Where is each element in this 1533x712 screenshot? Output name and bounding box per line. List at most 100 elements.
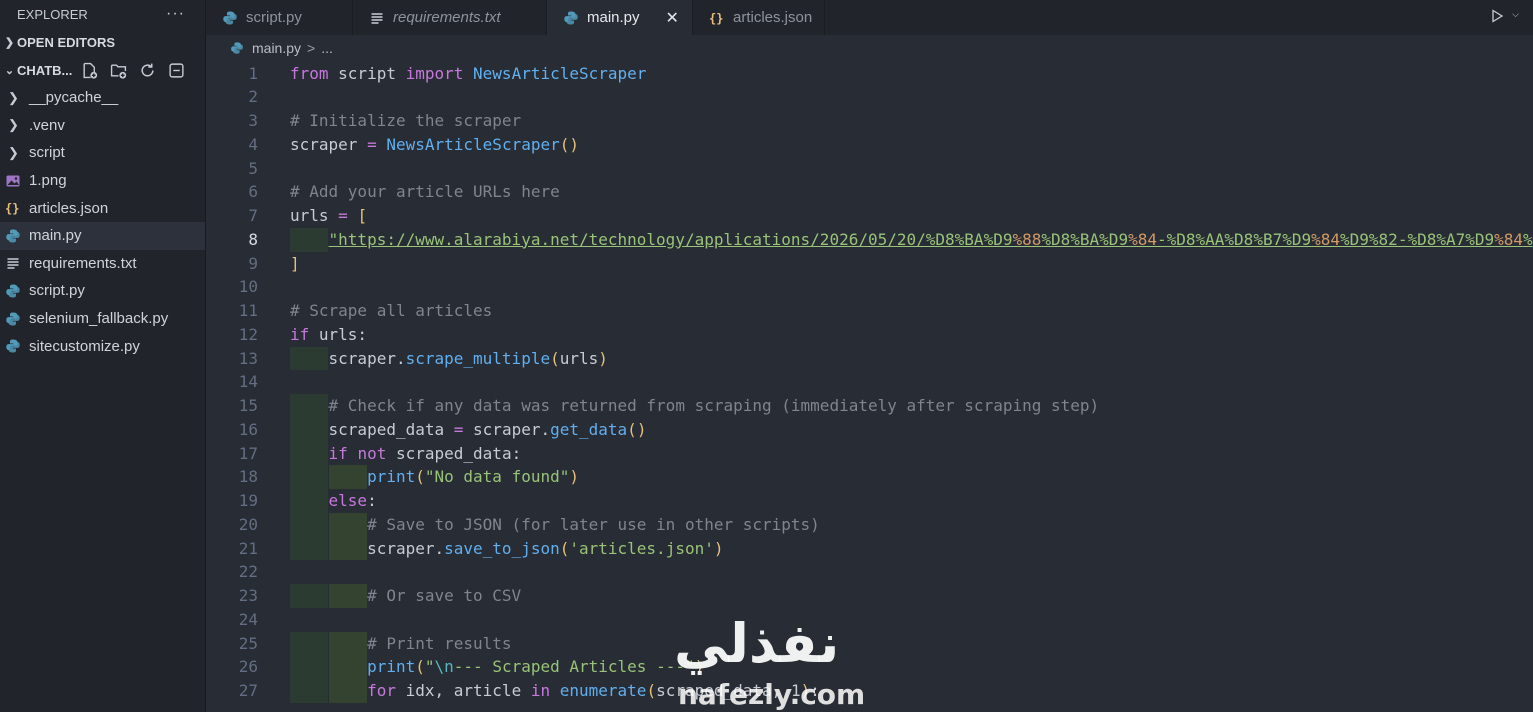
tree-item-venv[interactable]: ❯ .venv xyxy=(0,112,205,140)
code-line[interactable]: 13 scraper.scrape_multiple(urls) xyxy=(206,346,1533,371)
python-icon xyxy=(5,226,25,246)
code-text: # Add your article URLs here xyxy=(290,182,560,202)
chevron-right-icon: ❯ xyxy=(4,36,15,49)
code-line[interactable]: 3 # Initialize the scraper xyxy=(206,109,1533,133)
tab-script-py[interactable]: script.py xyxy=(206,0,353,35)
explorer-header: EXPLORER ··· xyxy=(0,0,205,28)
code-line[interactable]: 4 scraper = NewsArticleScraper() xyxy=(206,133,1533,157)
tab-requirements[interactable]: requirements.txt xyxy=(353,0,547,35)
tab-main-py[interactable]: main.py ✕ xyxy=(547,0,693,35)
code-text: # Check if any data was returned from sc… xyxy=(328,396,1100,415)
breadcrumb: main.py > ... xyxy=(206,35,1533,61)
tree-item-sitecustomize[interactable]: sitecustomize.py xyxy=(0,332,205,360)
python-icon xyxy=(230,41,244,55)
code-text: for idx, article in enumerate(scraped_da… xyxy=(367,681,820,700)
code-text: ] xyxy=(290,253,300,273)
code-text: from script import NewsArticleScraper xyxy=(290,63,647,83)
lines-icon xyxy=(369,10,385,26)
line-number: 11 xyxy=(238,301,258,320)
code-text: # Or save to CSV xyxy=(367,586,522,605)
tree-item-script-py[interactable]: script.py xyxy=(0,277,205,305)
code-line[interactable]: 22 xyxy=(206,560,1533,584)
code-line[interactable]: 5 xyxy=(206,157,1533,181)
code-line[interactable]: 26 print("\n--- Scraped Articles ---") xyxy=(206,655,1533,679)
code-line[interactable]: 17 if not scraped_data: xyxy=(206,441,1533,466)
tree-item-1-png[interactable]: 1.png xyxy=(0,167,205,195)
tree-item-articles-json[interactable]: {} articles.json xyxy=(0,194,205,222)
code-line[interactable]: 11 # Scrape all articles xyxy=(206,299,1533,323)
close-icon[interactable]: ✕ xyxy=(666,8,679,28)
python-icon xyxy=(5,281,25,301)
line-number: 19 xyxy=(238,491,258,510)
code-line[interactable]: 8 "https://www.alarabiya.net/technology/… xyxy=(206,227,1533,252)
chevron-right-icon: ❯ xyxy=(8,89,19,105)
line-number: 10 xyxy=(238,277,258,297)
tree-item-requirements[interactable]: requirements.txt xyxy=(0,250,205,278)
new-folder-icon[interactable] xyxy=(109,61,128,80)
code-text: else: xyxy=(328,491,377,510)
line-number: 16 xyxy=(238,419,258,439)
code-editor[interactable]: 1 from script import NewsArticleScraper 2 3… xyxy=(206,61,1533,712)
code-text: print("\n--- Scraped Articles ---") xyxy=(367,657,705,677)
code-line[interactable]: 6 # Add your article URLs here xyxy=(206,180,1533,204)
code-line[interactable]: 14 xyxy=(206,370,1533,394)
tab-label: script.py xyxy=(246,9,302,26)
line-number: 17 xyxy=(238,443,258,463)
breadcrumb-symbols[interactable]: ... xyxy=(321,40,333,56)
code-line[interactable]: 7 urls = [ xyxy=(206,204,1533,228)
more-actions-icon[interactable]: ··· xyxy=(166,5,185,23)
tab-articles-json[interactable]: {} articles.json xyxy=(693,0,825,35)
line-number: 6 xyxy=(248,182,258,202)
chevron-down-icon[interactable]: ⌵ xyxy=(1512,9,1519,20)
code-line[interactable]: 20 # Save to JSON (for later use in othe… xyxy=(206,512,1533,537)
tree-item-label: main.py xyxy=(29,227,82,245)
code-line[interactable]: 1 from script import NewsArticleScraper xyxy=(206,62,1533,86)
code-text: scraped_data = scraper.get_data() xyxy=(290,419,647,439)
chevron-right-icon: ❯ xyxy=(8,117,19,133)
breadcrumb-file[interactable]: main.py xyxy=(252,40,301,56)
line-number: 8 xyxy=(248,229,258,249)
line-number: 22 xyxy=(238,562,258,582)
new-file-icon[interactable] xyxy=(80,61,99,80)
code-text: # Scrape all articles xyxy=(290,301,493,320)
code-text: # Print results xyxy=(367,633,512,653)
code-line[interactable]: 15 # Check if any data was returned from… xyxy=(206,394,1533,418)
code-text: # Initialize the scraper xyxy=(290,111,522,130)
image-file-icon xyxy=(5,171,25,191)
code-text: urls = [ xyxy=(290,206,368,225)
run-icon[interactable] xyxy=(1489,6,1509,26)
line-number: 23 xyxy=(238,586,258,605)
code-line[interactable]: 10 xyxy=(206,275,1533,299)
code-text: print("No data found") xyxy=(367,467,580,487)
code-line[interactable]: 25 # Print results xyxy=(206,631,1533,656)
breadcrumb-separator: > xyxy=(307,40,316,56)
code-text: scraper.save_to_json('articles.json') xyxy=(290,538,724,558)
open-editors-section[interactable]: ❯ OPEN EDITORS xyxy=(0,28,205,56)
code-line[interactable]: 21 scraper.save_to_json('articles.json') xyxy=(206,536,1533,561)
python-icon xyxy=(5,309,25,329)
collapse-all-icon[interactable] xyxy=(167,61,186,80)
project-label: CHATB... xyxy=(17,62,73,78)
tree-item-pycache[interactable]: ❯ __pycache__ xyxy=(0,84,205,112)
explorer-title: EXPLORER xyxy=(17,6,88,22)
line-number: 25 xyxy=(238,633,258,653)
code-line[interactable]: 12 if urls: xyxy=(206,323,1533,347)
chevron-right-icon: ❯ xyxy=(8,144,19,160)
code-line[interactable]: 24 xyxy=(206,608,1533,632)
line-number: 27 xyxy=(238,681,258,700)
code-line[interactable]: 2 xyxy=(206,85,1533,109)
tree-item-script-folder[interactable]: ❯ script xyxy=(0,139,205,167)
project-section[interactable]: ⌄ CHATB... xyxy=(0,56,205,84)
code-line[interactable]: 19 else: xyxy=(206,489,1533,513)
tree-item-selenium-fallback[interactable]: selenium_fallback.py xyxy=(0,305,205,333)
line-number: 5 xyxy=(248,158,258,178)
tree-item-label: script.py xyxy=(29,282,85,300)
code-line[interactable]: 18 print("No data found") xyxy=(206,465,1533,489)
code-line[interactable]: 9] xyxy=(206,252,1533,276)
code-line[interactable]: 27 for idx, article in enumerate(scraped… xyxy=(206,679,1533,703)
refresh-icon[interactable] xyxy=(138,61,157,80)
code-line[interactable]: 23 # Or save to CSV xyxy=(206,584,1533,608)
tree-item-main-py[interactable]: main.py xyxy=(0,221,205,250)
code-line[interactable]: 16 scraped_data = scraper.get_data() xyxy=(206,417,1533,442)
chevron-down-icon: ⌄ xyxy=(4,64,15,77)
